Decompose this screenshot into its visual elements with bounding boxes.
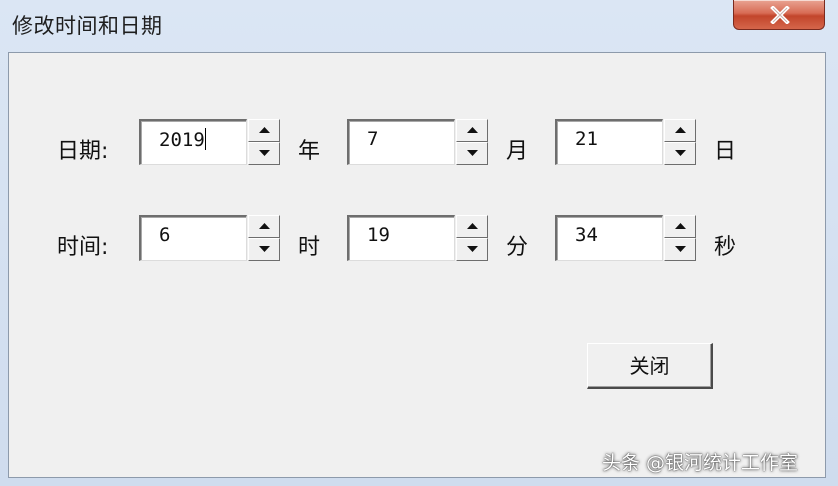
second-spin-buttons [664,215,696,261]
year-input[interactable]: 2019 [139,119,247,165]
window-title: 修改时间和日期 [12,14,163,38]
year-increment-button[interactable] [248,119,280,142]
year-decrement-button[interactable] [248,142,280,165]
chevron-down-icon [467,150,478,156]
text-caret [204,128,206,150]
minute-input[interactable]: 19 [347,215,455,261]
day-spinner: 21 [555,119,697,165]
hour-unit-label: 时 [298,235,321,260]
second-unit-label: 秒 [714,235,737,260]
day-spin-buttons [664,119,696,165]
year-unit-label: 年 [298,139,321,164]
month-input[interactable]: 7 [347,119,455,165]
dialog-window: 修改时间和日期 日期: 2019 年 7 月 21 日 时间: 6 时 19 分… [0,0,838,486]
year-spinner: 2019 [139,119,281,165]
month-unit-label: 月 [506,139,529,164]
minute-decrement-button[interactable] [456,238,488,261]
day-input[interactable]: 21 [555,119,663,165]
minute-increment-button[interactable] [456,215,488,238]
second-spinner: 34 [555,215,697,261]
day-increment-button[interactable] [664,119,696,142]
close-icon [770,6,790,24]
chevron-down-icon [259,246,270,252]
chevron-up-icon [467,223,478,229]
chevron-up-icon [467,127,478,133]
chevron-up-icon [675,223,686,229]
date-label: 日期: [57,139,109,164]
chevron-up-icon [259,223,270,229]
day-unit-label: 日 [714,139,737,164]
time-label: 时间: [57,235,109,260]
hour-spin-buttons [248,215,280,261]
month-decrement-button[interactable] [456,142,488,165]
second-input[interactable]: 34 [555,215,663,261]
chevron-down-icon [259,150,270,156]
hour-input[interactable]: 6 [139,215,247,261]
minute-spinner: 19 [347,215,489,261]
title-bar[interactable]: 修改时间和日期 [0,0,838,46]
minute-unit-label: 分 [506,235,529,260]
hour-spinner: 6 [139,215,281,261]
hour-decrement-button[interactable] [248,238,280,261]
minute-spin-buttons [456,215,488,261]
month-spin-buttons [456,119,488,165]
chevron-down-icon [675,246,686,252]
month-increment-button[interactable] [456,119,488,142]
close-button[interactable]: 关闭 [587,343,713,389]
month-spinner: 7 [347,119,489,165]
hour-increment-button[interactable] [248,215,280,238]
chevron-down-icon [675,150,686,156]
year-value: 2019 [159,129,205,151]
second-increment-button[interactable] [664,215,696,238]
watermark: 头条 @银河统计工作室 [602,452,799,474]
day-decrement-button[interactable] [664,142,696,165]
year-spin-buttons [248,119,280,165]
chevron-up-icon [259,127,270,133]
window-close-button[interactable] [733,0,825,30]
chevron-down-icon [467,246,478,252]
chevron-up-icon [675,127,686,133]
dialog-client-area: 日期: 2019 年 7 月 21 日 时间: 6 时 19 分 34 秒 关闭 [8,52,826,478]
second-decrement-button[interactable] [664,238,696,261]
